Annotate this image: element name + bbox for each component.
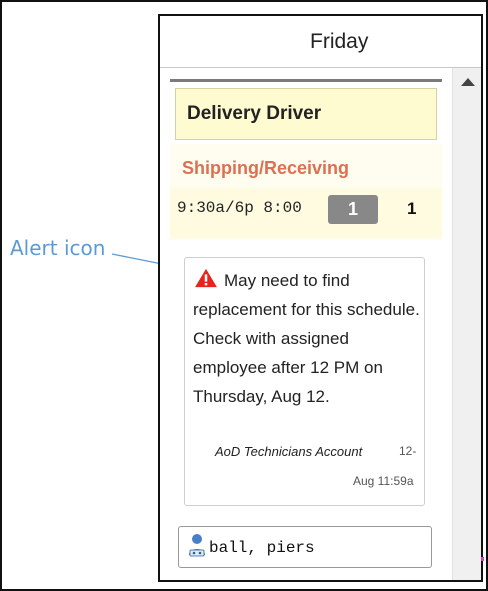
department-section: Shipping/Receiving 9:30a/6p 8:00 1 1 <box>170 144 442 240</box>
note-text: May need to find replacement for this sc… <box>193 271 420 406</box>
schedule-row[interactable]: 9:30a/6p 8:00 1 1 <box>170 188 442 238</box>
job-card[interactable]: Delivery Driver <box>175 88 437 140</box>
person-icon <box>189 534 205 557</box>
note-date: 12- <box>399 444 417 458</box>
vertical-scrollbar[interactable] <box>452 68 481 580</box>
alert-icon <box>195 268 217 288</box>
day-header: Friday <box>160 16 481 68</box>
schedule-time: 9:30a/6p 8:00 <box>177 199 302 217</box>
count-value: 1 <box>407 199 417 218</box>
scroll-up-arrow-icon[interactable] <box>461 78 475 86</box>
note-date-time: Aug 11:59a <box>353 474 414 488</box>
employee-chip[interactable]: ball, piers <box>178 526 432 568</box>
count-badge[interactable]: 1 <box>328 195 378 224</box>
note-author: AoD Technicians Account <box>215 444 363 459</box>
schedule-scroll-area[interactable]: Delivery Driver Shipping/Receiving 9:30a… <box>160 68 452 580</box>
employee-name: ball, piers <box>209 539 315 557</box>
job-title: Delivery Driver <box>187 103 322 124</box>
marker-dot <box>481 557 484 561</box>
department-label: Shipping/Receiving <box>182 158 350 178</box>
divider <box>170 79 442 82</box>
day-title: Friday <box>310 30 369 53</box>
callout-label: Alert icon <box>10 236 106 260</box>
note-card: May need to find replacement for this sc… <box>184 257 425 506</box>
note-content: May need to find replacement for this sc… <box>193 266 421 411</box>
schedule-day-panel: Friday Delivery Driver Shipping/Receivin… <box>158 14 483 582</box>
